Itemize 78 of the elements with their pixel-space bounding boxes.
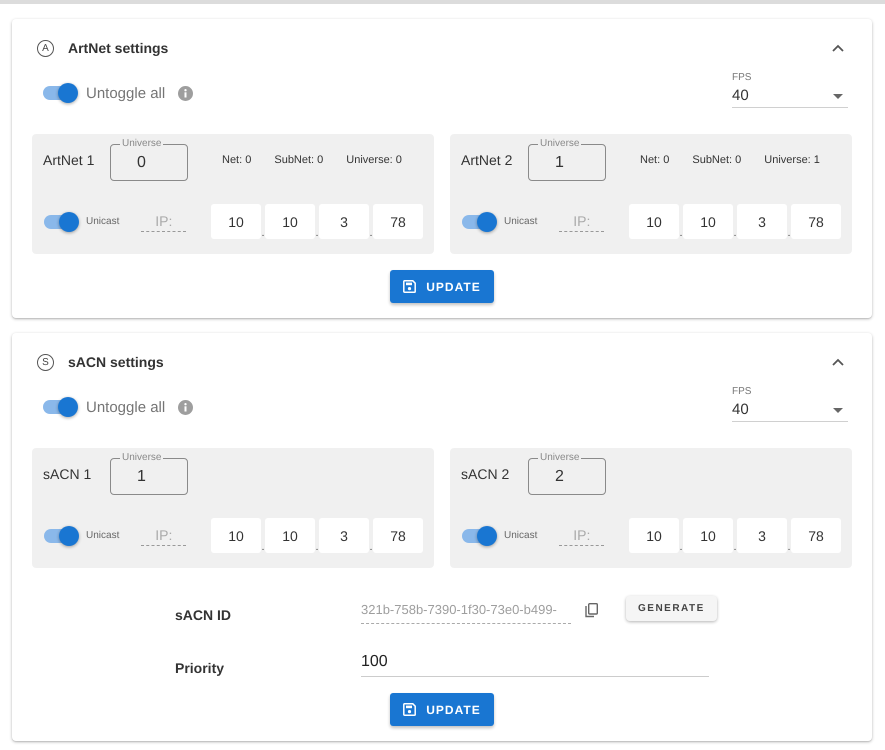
ip-separator: . [679,543,683,553]
toggle-switch[interactable] [43,526,79,546]
circled-letter-icon: A [37,40,54,56]
ip-separator: . [733,543,737,553]
toggle-label: Untoggle all [86,84,166,102]
ip-label: IP: [141,211,186,232]
toggle-switch[interactable] [42,397,78,417]
toggle-switch[interactable] [461,212,497,232]
ip-label: IP: [559,525,604,546]
ip-octet-field[interactable]: 10 [629,518,679,553]
ip-separator: . [369,543,373,553]
toggle-switch[interactable] [461,526,497,546]
update-button[interactable]: UPDATE [390,270,494,303]
field-label: Priority [175,660,226,677]
save-icon [403,280,416,293]
ip-separator: . [315,543,319,553]
ip-octet-field[interactable]: 3 [319,518,369,553]
ip-octet-field[interactable]: 10 [265,518,315,553]
ip-octet-field[interactable]: 78 [791,518,841,553]
info-icon[interactable] [178,86,194,100]
address-info-text: SubNet: 0 [692,154,742,166]
output-name: sACN 1 [43,466,92,482]
output-name: ArtNet 2 [461,152,514,168]
ip-separator: . [369,229,373,239]
fps-select[interactable]: FPS 40 [732,72,848,108]
ip-separator: . [787,229,791,239]
toggle-label: Untoggle all [86,398,166,416]
ip-octet-field[interactable]: 3 [737,204,787,239]
ip-octet-field[interactable]: 78 [373,518,423,553]
fps-select[interactable]: FPS 40 [732,386,848,422]
ip-octet-field[interactable]: 10 [211,518,261,553]
save-icon [403,703,416,716]
ip-octet-field[interactable]: 10 [683,204,733,239]
universe-field[interactable]: Universe 0 [110,139,188,181]
toggle-switch[interactable] [42,83,78,103]
address-info-text: Net: 0 [222,154,252,166]
dropdown-caret-icon [833,94,843,98]
universe-field[interactable]: Universe 1 [110,453,188,495]
address-info-text: Net: 0 [640,154,670,166]
ip-octet-field[interactable]: 78 [373,204,423,239]
card-title: ArtNet settings [68,40,168,56]
toggle-switch[interactable] [43,212,79,232]
unicast-label: Unicast [86,530,120,541]
unicast-label: Unicast [86,216,120,227]
ip-octet-field[interactable]: 10 [683,518,733,553]
ip-label: IP: [141,525,186,546]
address-info-text: Universe: 1 [764,154,820,166]
output-name: sACN 2 [461,466,510,482]
ip-octet-field[interactable]: 10 [629,204,679,239]
ip-octet-field[interactable]: 10 [211,204,261,239]
output-name: ArtNet 1 [43,152,96,168]
ip-separator: . [261,229,265,239]
field-label: sACN ID [175,607,232,624]
card-title: sACN settings [68,354,164,370]
ip-separator: . [679,229,683,239]
ip-octet-field[interactable]: 10 [265,204,315,239]
ip-separator: . [733,229,737,239]
chevron-up-icon[interactable] [832,358,844,366]
info-icon[interactable] [178,400,194,414]
dropdown-caret-icon [833,408,843,412]
priority-field[interactable]: 100 [361,652,709,677]
update-button[interactable]: UPDATE [390,693,494,726]
address-info-text: SubNet: 0 [274,154,324,166]
ip-octet-field[interactable]: 78 [791,204,841,239]
circled-letter-icon: S [37,354,54,370]
copy-icon[interactable] [585,603,598,618]
unicast-label: Unicast [504,216,538,227]
ip-separator: . [787,543,791,553]
address-info-text: Universe: 0 [346,154,402,166]
unicast-label: Unicast [504,530,538,541]
ip-separator: . [315,229,319,239]
ip-separator: . [261,543,265,553]
ip-octet-field[interactable]: 3 [319,204,369,239]
ip-label: IP: [559,211,604,232]
chevron-up-icon[interactable] [832,44,844,52]
ip-octet-field[interactable]: 3 [737,518,787,553]
universe-field[interactable]: Universe 1 [528,139,606,181]
universe-field[interactable]: Universe 2 [528,453,606,495]
